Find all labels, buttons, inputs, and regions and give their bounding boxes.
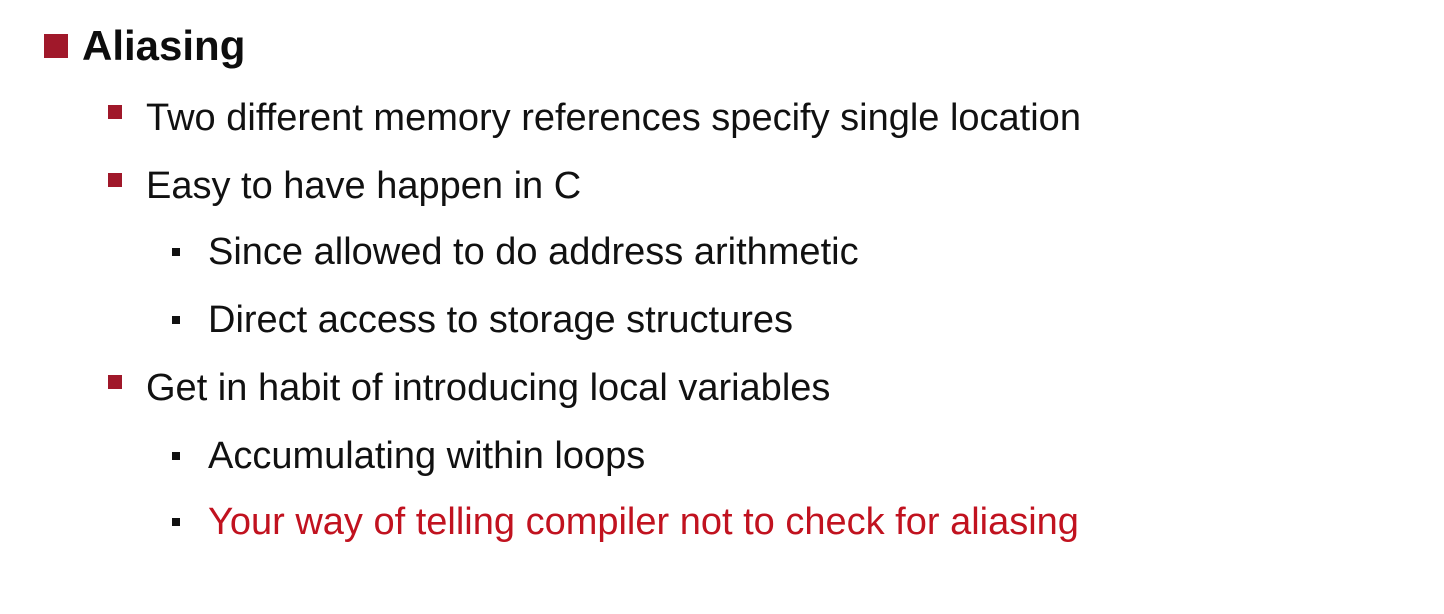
bullet-item-level1: Two different memory references specify … xyxy=(108,94,1081,142)
bullet-item-level2: Accumulating within loops xyxy=(172,432,645,480)
bullet-text: Direct access to storage structures xyxy=(208,298,793,341)
small-square-bullet-icon xyxy=(172,452,180,460)
slide-title: Aliasing xyxy=(82,22,246,69)
bullet-text: Since allowed to do address arithmetic xyxy=(208,230,859,273)
bullet-item-level2: Since allowed to do address arithmetic xyxy=(172,228,859,276)
square-bullet-icon xyxy=(108,105,122,119)
bullet-text: Two different memory references specify … xyxy=(146,96,1081,139)
bullet-text: Easy to have happen in C xyxy=(146,164,582,207)
bullet-text: Get in habit of introducing local variab… xyxy=(146,366,831,409)
square-bullet-icon xyxy=(108,173,122,187)
emphasis-bullet-text: Your way of telling compiler not to chec… xyxy=(208,500,1079,543)
small-square-bullet-icon xyxy=(172,518,180,526)
small-square-bullet-icon xyxy=(172,316,180,324)
small-square-bullet-icon xyxy=(172,248,180,256)
bullet-item-level1: Get in habit of introducing local variab… xyxy=(108,364,830,412)
slide-title-row: Aliasing xyxy=(44,18,245,74)
bullet-item-level2-emphasis: Your way of telling compiler not to chec… xyxy=(172,498,1079,546)
bullet-item-level2: Direct access to storage structures xyxy=(172,296,793,344)
bullet-text: Accumulating within loops xyxy=(208,434,646,477)
bullet-item-level1: Easy to have happen in C xyxy=(108,162,581,210)
title-square-bullet-icon xyxy=(44,34,68,58)
slide: Aliasing Two different memory references… xyxy=(0,0,1444,614)
square-bullet-icon xyxy=(108,375,122,389)
